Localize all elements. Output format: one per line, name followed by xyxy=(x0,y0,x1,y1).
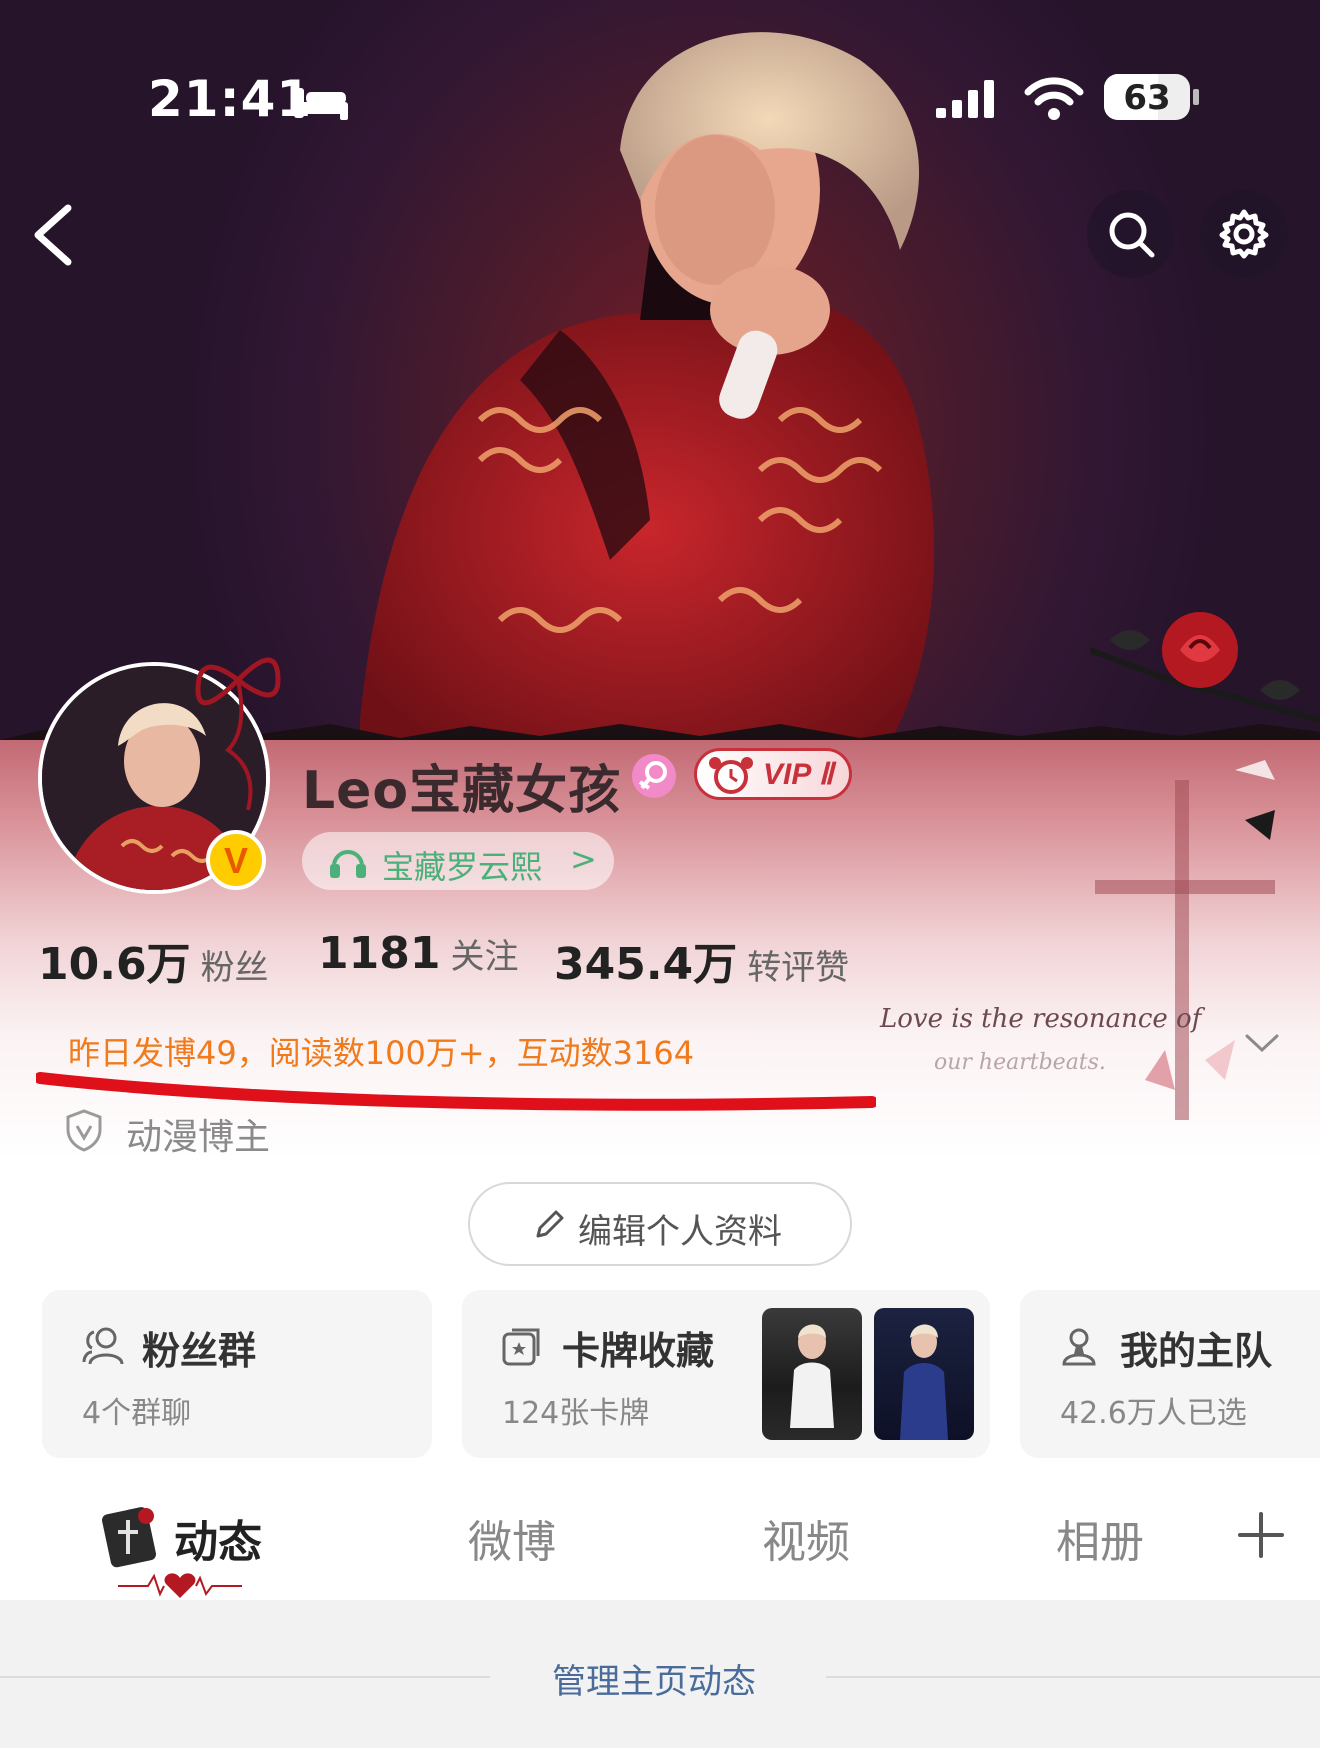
chevron-right-icon: > xyxy=(570,840,597,878)
status-time: 21:41 xyxy=(148,70,313,128)
stat-label: 转评赞 xyxy=(747,948,850,988)
stat-following[interactable]: 1181 关注 xyxy=(318,928,518,979)
fan-tag[interactable]: 宝藏罗云熙 > xyxy=(302,832,614,890)
my-team-card[interactable]: 我的主队 42.6万人已选 xyxy=(1020,1290,1320,1458)
people-icon xyxy=(82,1327,124,1365)
female-gender-icon xyxy=(632,754,676,798)
status-bar: 21:41 63 xyxy=(0,60,1320,140)
bed-icon xyxy=(294,88,348,120)
edit-profile-label: 编辑个人资料 xyxy=(578,1212,782,1252)
search-button[interactable] xyxy=(1087,190,1175,278)
my-team-title: 我的主队 xyxy=(1120,1329,1273,1373)
manage-feed-link[interactable]: 管理主页动态 xyxy=(552,1654,756,1703)
tab-decoration xyxy=(102,1507,157,1568)
my-team-count: 42.6万人已选 xyxy=(1060,1396,1247,1431)
wifi-icon xyxy=(1024,77,1084,120)
chevron-down-icon[interactable] xyxy=(1244,1032,1280,1056)
vip-label: VIP Ⅱ xyxy=(763,758,834,791)
plus-icon[interactable] xyxy=(1236,1510,1286,1560)
fan-group-title: 粉丝群 xyxy=(142,1329,257,1373)
cross-decoration xyxy=(1095,760,1275,1120)
shield-icon xyxy=(66,1109,102,1152)
fan-group-count: 4个群聊 xyxy=(82,1396,192,1431)
card-collection-title: 卡牌收藏 xyxy=(562,1329,715,1373)
stat-value: 345.4万 xyxy=(554,939,738,990)
pencil-icon xyxy=(536,1210,564,1238)
stat-followers[interactable]: 10.6万 粉丝 xyxy=(38,928,269,992)
card-collection-card[interactable]: 卡牌收藏 124张卡牌 xyxy=(462,1290,990,1458)
battery-level-text: 63 xyxy=(1123,78,1171,118)
daily-summary: 昨日发博49，阅读数100万+，互动数3164 xyxy=(68,1034,695,1072)
divider xyxy=(0,1676,490,1678)
tab-weibo[interactable]: 微博 xyxy=(468,1506,556,1570)
stat-value: 10.6万 xyxy=(38,939,191,990)
ribbon-bow-decoration xyxy=(195,657,281,810)
heart-decoration xyxy=(118,1573,242,1598)
tab-feed[interactable]: 动态 xyxy=(174,1506,262,1570)
certification-label: 动漫博主 xyxy=(126,1117,271,1158)
decor-quote-line1: Love is the resonance of xyxy=(880,1004,1202,1034)
back-icon xyxy=(34,204,72,266)
battery-indicator: 63 xyxy=(1104,74,1190,120)
gear-icon xyxy=(1219,209,1269,259)
card-thumbnail[interactable] xyxy=(762,1308,862,1440)
stat-value: 1181 xyxy=(318,928,441,979)
verified-badge: V xyxy=(206,830,266,890)
stat-label: 关注 xyxy=(450,937,519,977)
card-icon xyxy=(502,1328,540,1366)
decor-quote-line2: our heartbeats. xyxy=(934,1050,1106,1075)
verified-badge-mark: V xyxy=(223,840,248,881)
team-icon xyxy=(1062,1328,1096,1366)
fan-group-card[interactable]: 粉丝群 4个群聊 xyxy=(42,1290,432,1458)
card-thumbnail[interactable] xyxy=(874,1308,974,1440)
signal-icon xyxy=(936,80,994,118)
settings-button[interactable] xyxy=(1200,190,1288,278)
stat-label: 粉丝 xyxy=(200,948,269,988)
avatar-container[interactable]: V xyxy=(38,657,281,894)
battery-tip xyxy=(1193,89,1199,105)
profile-tabs: 动态 微博 视频 相册 xyxy=(0,1482,1320,1602)
alarm-clock-icon xyxy=(709,757,753,794)
vip-badge[interactable]: VIP Ⅱ xyxy=(694,748,852,800)
manage-feed-area: 管理主页动态 xyxy=(0,1600,1320,1748)
rose-decoration xyxy=(1090,612,1320,723)
search-icon xyxy=(1109,212,1155,258)
headphone-icon xyxy=(330,850,366,878)
fan-tag-label: 宝藏罗云熙 xyxy=(382,848,543,886)
tab-video[interactable]: 视频 xyxy=(762,1506,850,1570)
tab-album[interactable]: 相册 xyxy=(1056,1506,1144,1570)
divider xyxy=(826,1676,1320,1678)
edit-profile-button[interactable]: 编辑个人资料 xyxy=(468,1182,852,1266)
stat-interactions[interactable]: 345.4万 转评赞 xyxy=(554,928,849,992)
card-collection-count: 124张卡牌 xyxy=(502,1396,650,1431)
username: Leo宝藏女孩 xyxy=(302,761,622,821)
back-button[interactable] xyxy=(22,200,82,270)
profile-stats: 10.6万 粉丝 1181 关注 345.4万 转评赞 xyxy=(38,928,938,990)
